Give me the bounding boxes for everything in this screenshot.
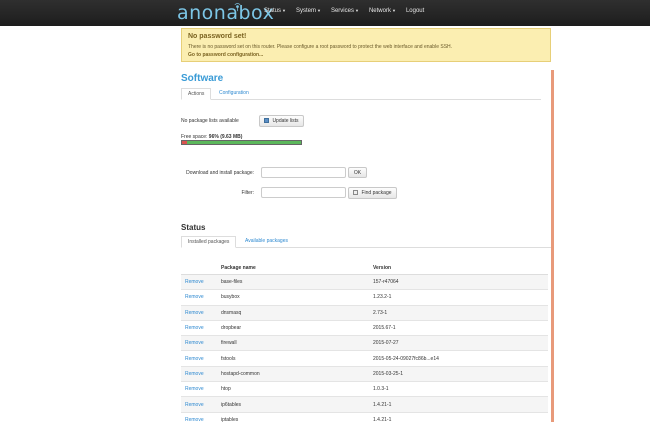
top-navbar: anonabox Status▼ System▼ Services▼ Netwo… [0, 0, 650, 26]
find-package-button[interactable]: Find package [348, 187, 397, 199]
tab-actions[interactable]: Actions [181, 88, 212, 100]
package-version-cell: 2015-05-24-09027fc86b...e14 [369, 350, 548, 367]
package-version-cell: 1.4.21-1 [369, 411, 548, 427]
installed-packages-table: Package name Version Remove base-files 157… [181, 262, 548, 427]
password-config-link[interactable]: Go to password configuration... [188, 52, 263, 58]
nav-status-label: Status [264, 8, 282, 14]
nav-system[interactable]: System▼ [296, 8, 321, 14]
package-version-cell: 2015-03-25-1 [369, 365, 548, 382]
main-nav: Status▼ System▼ Services▼ Network▼ Logou… [264, 8, 434, 14]
header-action [181, 262, 217, 275]
caret-down-icon: ▼ [317, 8, 321, 13]
package-name-cell: busybox [217, 289, 369, 306]
tab-installed-packages[interactable]: Installed packages [181, 236, 237, 248]
status-title: Status [181, 223, 206, 232]
package-name-cell: firewall [217, 335, 369, 351]
package-name-cell: hostapd-common [217, 365, 369, 382]
table-row: Remove iptables 1.4.21-1 [181, 411, 548, 427]
remove-link[interactable]: Remove [181, 319, 217, 336]
refresh-icon [264, 118, 270, 123]
package-version-cell: 2015.67-1 [369, 319, 548, 336]
header-version: Version [369, 262, 548, 275]
table-row: Remove base-files 157-r47064 [181, 273, 548, 290]
package-name-cell: fstools [217, 350, 369, 367]
remove-link[interactable]: Remove [181, 411, 217, 427]
package-name-cell: dropbear [217, 319, 369, 336]
used-space-fill [182, 141, 187, 144]
caret-down-icon: ▼ [391, 8, 396, 13]
remove-link[interactable]: Remove [181, 365, 217, 382]
table-row: Remove fstools 2015-05-24-09027fc86b...e14 [181, 350, 548, 367]
nav-network[interactable]: Network▼ [369, 8, 396, 14]
package-name-cell: ip6tables [217, 396, 369, 413]
filter-label: Filter: [241, 190, 255, 196]
download-label: Download and install package: [186, 170, 254, 176]
table-row: Remove busybox 1.23.2-1 [181, 289, 548, 306]
remove-link[interactable]: Remove [181, 289, 217, 306]
antenna-icon [234, 3, 241, 12]
package-version-cell: 1.0.3-1 [369, 381, 548, 397]
nav-services[interactable]: Services▼ [331, 8, 359, 14]
brand-logo[interactable]: anonabox [177, 2, 274, 24]
scrollbar[interactable] [551, 70, 554, 422]
page-title: Software [181, 73, 224, 84]
remove-link[interactable]: Remove [181, 335, 217, 351]
remove-link[interactable]: Remove [181, 273, 217, 290]
free-space-bar [181, 140, 302, 145]
package-version-cell: 2015-07-27 [369, 335, 548, 351]
alert-title: No password set! [188, 33, 247, 40]
no-password-alert: No password set! There is no password se… [181, 28, 551, 62]
table-row: Remove htop 1.0.3-1 [181, 381, 548, 397]
filter-input[interactable] [261, 187, 346, 198]
search-icon [353, 190, 359, 195]
table-row: Remove firewall 2015-07-27 [181, 335, 548, 351]
table-row: Remove hostapd-common 2015-03-25-1 [181, 365, 548, 382]
table-header-row: Package name Version [181, 262, 548, 275]
download-package-input[interactable] [261, 167, 346, 178]
tab-configuration[interactable]: Configuration [213, 88, 255, 98]
remove-link[interactable]: Remove [181, 350, 217, 367]
package-name-cell: dnsmasq [217, 304, 369, 321]
status-tabs: Installed packages Available packages [181, 236, 551, 248]
nav-system-label: System [295, 8, 316, 14]
package-version-cell: 1.23.2-1 [369, 289, 548, 306]
package-version-cell: 157-r47064 [369, 273, 548, 290]
header-package-name: Package name [217, 262, 369, 275]
package-lists-status: No package lists available [181, 118, 239, 124]
package-version-cell: 1.4.21-1 [369, 396, 548, 413]
alert-message: There is no password set on this router.… [188, 44, 453, 50]
ok-button[interactable]: OK [348, 167, 367, 178]
table-row: Remove dnsmasq 2.73-1 [181, 304, 548, 321]
package-name-cell: htop [217, 381, 369, 397]
table-row: Remove ip6tables 1.4.21-1 [181, 396, 548, 413]
tab-available-packages[interactable]: Available packages [239, 236, 294, 246]
caret-down-icon: ▼ [354, 8, 359, 13]
remove-link[interactable]: Remove [181, 396, 217, 413]
package-name-cell: base-files [217, 273, 369, 290]
nav-network-label: Network [368, 8, 391, 14]
update-lists-label: Update lists [272, 118, 299, 124]
nav-logout[interactable]: Logout [406, 8, 424, 14]
remove-link[interactable]: Remove [181, 381, 217, 397]
package-version-cell: 2.73-1 [369, 304, 548, 321]
software-tabs: Actions Configuration [181, 88, 541, 100]
find-package-label: Find package [361, 190, 392, 196]
nav-status[interactable]: Status▼ [264, 8, 286, 14]
update-lists-button[interactable]: Update lists [259, 115, 304, 127]
nav-services-label: Services [330, 8, 354, 14]
remove-link[interactable]: Remove [181, 304, 217, 321]
table-row: Remove dropbear 2015.67-1 [181, 319, 548, 336]
caret-down-icon: ▼ [282, 8, 286, 13]
package-name-cell: iptables [217, 411, 369, 427]
